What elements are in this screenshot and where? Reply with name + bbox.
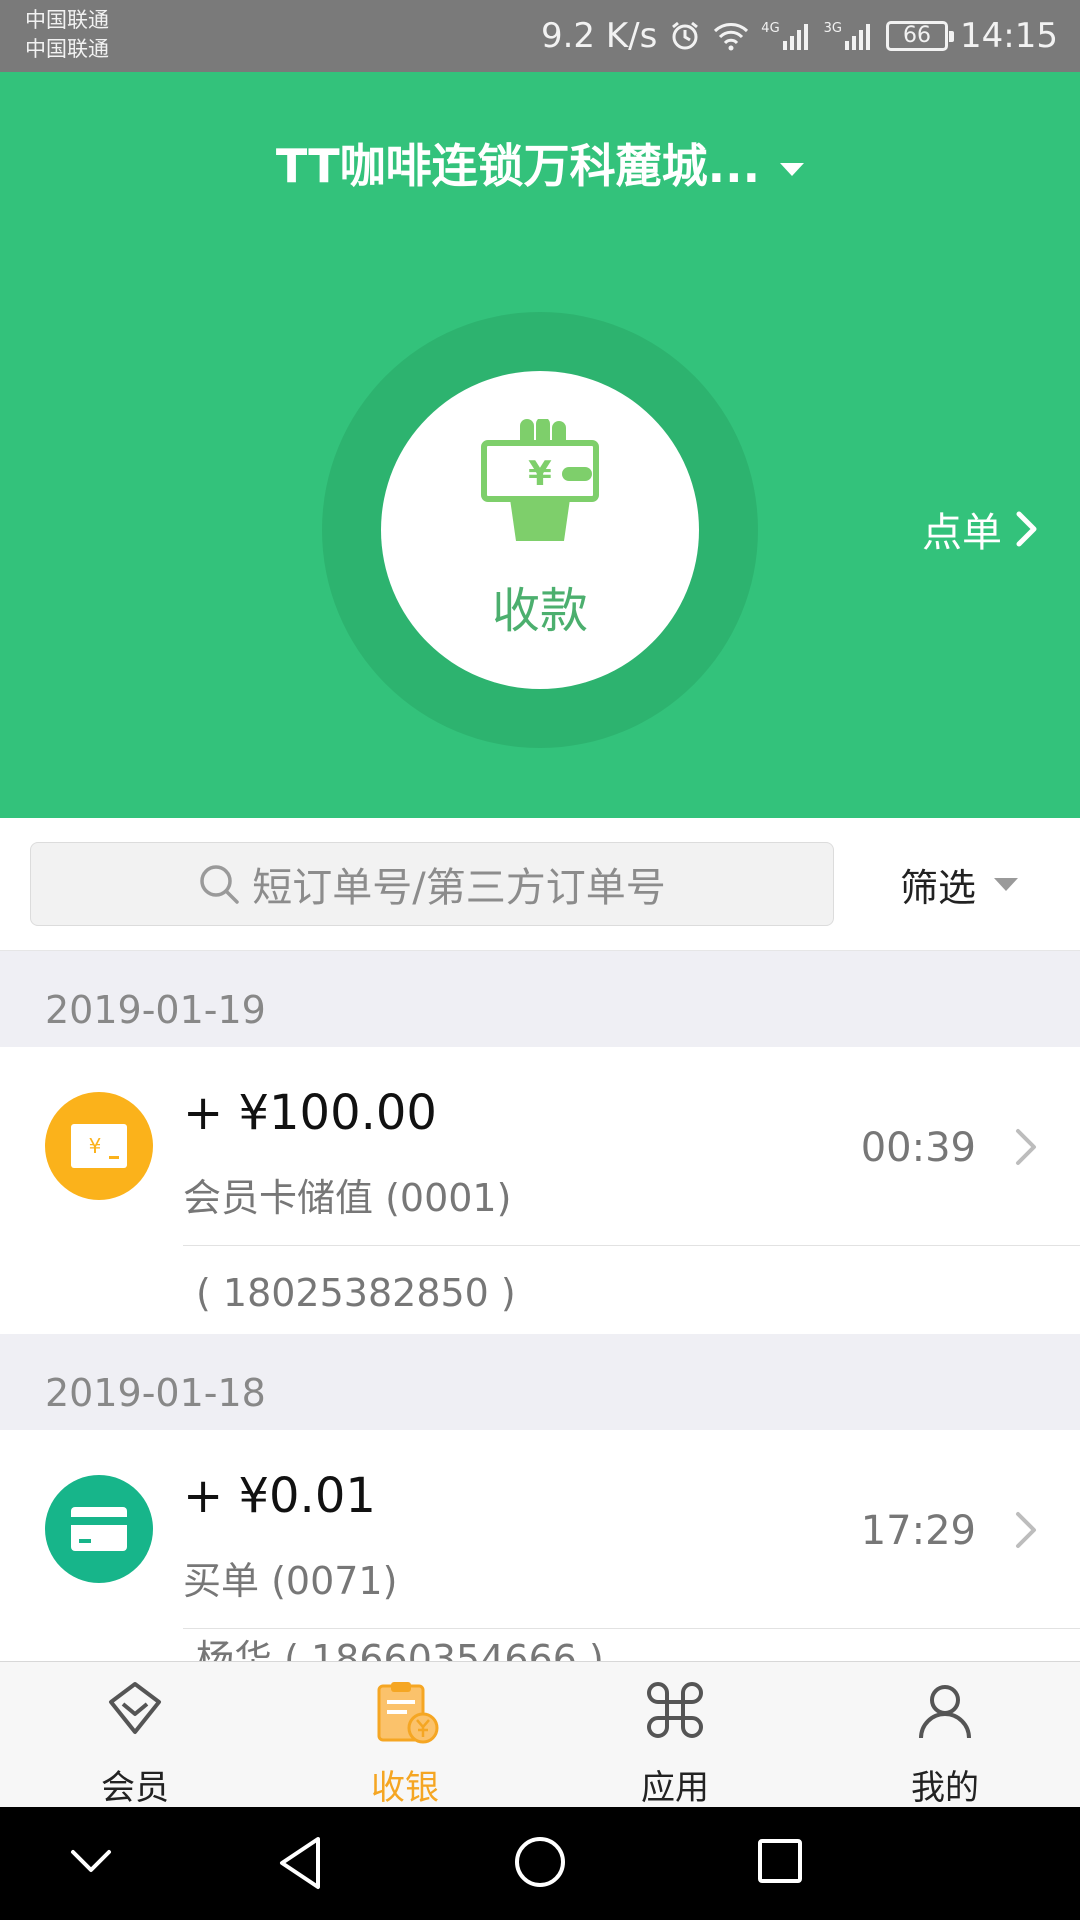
collect-payment-button[interactable]: ¥ 收款 [381,371,699,689]
search-input[interactable]: 短订单号/第三方订单号 [30,842,834,926]
battery-level: 66 [903,23,932,48]
status-indicators: 9.2 K/s 4G 3G 66 14:15 [541,0,1058,72]
carrier-1: 中国联通 [25,8,109,32]
carrier-info: 中国联通 中国联通 [25,6,109,64]
chevron-right-icon [1016,511,1037,547]
clock: 14:15 [960,16,1058,56]
diamond-icon [109,1682,161,1734]
order-link-label: 点单 [922,510,1002,556]
store-selector[interactable]: TT咖啡连锁万科麓城... [0,130,1080,196]
transaction-time: 17:29 [860,1508,976,1554]
tab-label: 收银 [371,1768,439,1808]
tab-apps[interactable]: 应用 [540,1662,810,1808]
chevron-right-icon [1016,1512,1036,1548]
transaction-customer: ( 18025382850 ) [0,1246,1080,1334]
member-card-icon: ¥ [45,1092,153,1200]
net-speed: 9.2 K/s [540,16,658,56]
transaction-time: 00:39 [860,1125,976,1171]
tab-label: 应用 [641,1768,709,1808]
search-bar-row: 短订单号/第三方订单号 筛选 [0,818,1080,951]
header: TT咖啡连锁万科麓城... ¥ 收款 点单 [0,72,1080,818]
recents-icon[interactable] [757,1838,803,1884]
tab-mine[interactable]: 我的 [810,1662,1080,1808]
alarm-icon [669,20,701,52]
collapse-down-icon[interactable] [70,1849,112,1875]
signal-4g-label: 4G [761,21,780,36]
battery-icon: 66 [886,21,955,51]
filter-label: 筛选 [900,865,977,910]
chevron-right-icon [1016,1129,1036,1165]
bottom-tab-bar: 会员 收银 应用 我的 [0,1661,1080,1808]
tab-label: 我的 [911,1768,979,1808]
tab-member[interactable]: 会员 [0,1662,270,1808]
hand-cash-icon: ¥ [481,419,599,541]
carrier-2: 中国联通 [25,37,109,61]
tab-label: 会员 [101,1768,169,1808]
member-card-symbol: ¥ [89,1134,102,1158]
status-bar: 中国联通 中国联通 9.2 K/s 4G 3G 66 14:15 [0,0,1080,72]
home-icon[interactable] [513,1835,567,1889]
filter-button[interactable]: 筛选 [900,842,1019,926]
back-icon[interactable] [276,1835,324,1891]
signal-4g-icon: 4G [761,21,811,51]
transaction-amount: + ¥100.00 [183,1085,437,1141]
dropdown-caret-icon [780,163,805,176]
order-link[interactable]: 点单 [922,500,1038,558]
transaction-customer: 杨华 ( 18660354666 ) [0,1629,1080,1661]
signal-3g-label: 3G [823,21,843,36]
card-payment-icon [45,1475,153,1583]
date-header: 2019-01-18 [0,1334,1080,1430]
tab-cashier[interactable]: 收银 [270,1662,540,1808]
filter-caret-icon [994,877,1019,891]
store-name: TT咖啡连锁万科麓城... [275,139,761,193]
transaction-amount: + ¥0.01 [183,1468,376,1524]
transaction-row[interactable]: + ¥0.01 买单 (0071) 17:29 [0,1430,1080,1629]
signal-3g-icon: 3G [824,21,874,51]
wifi-icon [713,21,749,51]
transaction-description: 买单 (0071) [183,1559,398,1603]
person-icon [919,1685,971,1739]
transaction-row[interactable]: ¥ + ¥100.00 会员卡储值 (0001) 00:39 [0,1047,1080,1246]
bill-symbol: ¥ [528,454,552,494]
search-icon [200,865,239,904]
collect-label: 收款 [491,583,588,639]
search-placeholder: 短订单号/第三方订单号 [252,865,666,911]
cashier-receipt-icon [377,1682,439,1744]
system-navigation-bar [0,1807,1080,1920]
transaction-description: 会员卡储值 (0001) [183,1176,512,1220]
date-header: 2019-01-19 [0,951,1080,1047]
command-icon [647,1682,703,1738]
